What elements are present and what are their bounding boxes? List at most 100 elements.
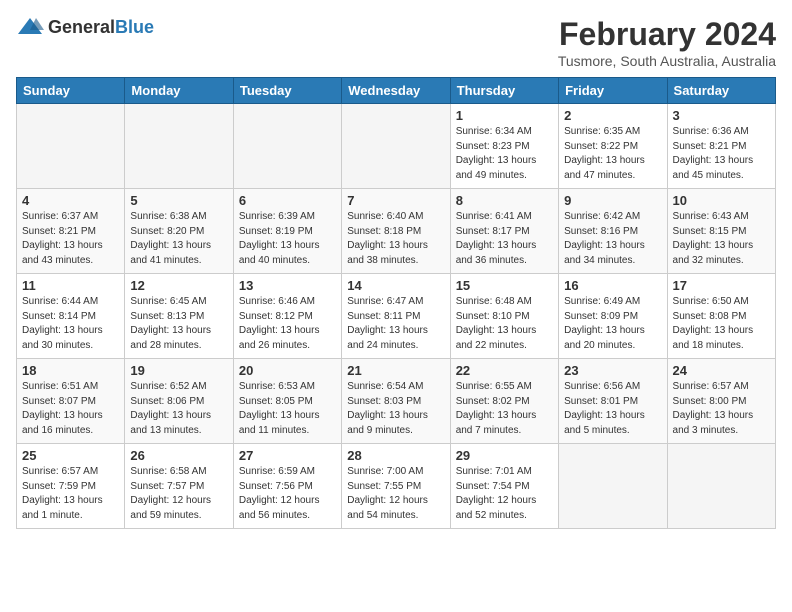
calendar-cell: 19Sunrise: 6:52 AM Sunset: 8:06 PM Dayli…: [125, 359, 233, 444]
day-info: Sunrise: 6:39 AM Sunset: 8:19 PM Dayligh…: [239, 210, 336, 268]
day-info: Sunrise: 6:42 AM Sunset: 8:16 PM Dayligh…: [564, 210, 661, 268]
calendar-cell: 29 Sunrise: 7:01 AM Sunset: 7:54 PM Dayli…: [450, 444, 558, 529]
calendar-cell: 10Sunrise: 6:43 AM Sunset: 8:15 PM Dayli…: [667, 189, 775, 274]
day-info: Sunrise: 6:56 AM Sunset: 8:01 PM Dayligh…: [564, 380, 661, 438]
calendar-cell: 21 Sunrise: 6:54 AM Sunset: 8:03 PM Dayli…: [342, 359, 450, 444]
calendar-week-1: 1 Sunrise: 6:34 AM Sunset: 8:23 PM Daylig…: [17, 104, 776, 189]
day-info: Sunrise: 6:59 AM Sunset: 7:56 PM Dayligh…: [239, 465, 336, 523]
calendar-cell: 3 Sunrise: 6:36 AM Sunset: 8:21 PM Daylig…: [667, 104, 775, 189]
day-info: Sunrise: 6:54 AM Sunset: 8:03 PM Dayligh…: [347, 380, 444, 438]
day-number: 9: [564, 193, 661, 208]
calendar-table: SundayMondayTuesdayWednesdayThursdayFrid…: [16, 77, 776, 529]
day-info: Sunrise: 6:40 AM Sunset: 8:18 PM Dayligh…: [347, 210, 444, 268]
calendar-cell: [559, 444, 667, 529]
day-info: Sunrise: 6:57 AM Sunset: 8:00 PM Dayligh…: [673, 380, 770, 438]
day-info: Sunrise: 6:35 AM Sunset: 8:22 PM Dayligh…: [564, 125, 661, 183]
day-info: Sunrise: 6:52 AM Sunset: 8:06 PM Dayligh…: [130, 380, 227, 438]
calendar-week-2: 4 Sunrise: 6:37 AM Sunset: 8:21 PM Daylig…: [17, 189, 776, 274]
day-info: Sunrise: 6:57 AM Sunset: 7:59 PM Dayligh…: [22, 465, 119, 523]
day-number: 1: [456, 108, 553, 123]
weekday-header-saturday: Saturday: [667, 78, 775, 104]
day-info: Sunrise: 6:45 AM Sunset: 8:13 PM Dayligh…: [130, 295, 227, 353]
calendar-body: 1 Sunrise: 6:34 AM Sunset: 8:23 PM Daylig…: [17, 104, 776, 529]
day-number: 18: [22, 363, 119, 378]
day-number: 12: [130, 278, 227, 293]
day-info: Sunrise: 6:37 AM Sunset: 8:21 PM Dayligh…: [22, 210, 119, 268]
day-info: Sunrise: 6:47 AM Sunset: 8:11 PM Dayligh…: [347, 295, 444, 353]
weekday-header-sunday: Sunday: [17, 78, 125, 104]
day-info: Sunrise: 6:58 AM Sunset: 7:57 PM Dayligh…: [130, 465, 227, 523]
day-number: 17: [673, 278, 770, 293]
calendar-week-3: 11 Sunrise: 6:44 AM Sunset: 8:14 PM Dayli…: [17, 274, 776, 359]
weekday-header-wednesday: Wednesday: [342, 78, 450, 104]
logo-general: General: [48, 17, 115, 37]
day-number: 14: [347, 278, 444, 293]
day-info: Sunrise: 6:36 AM Sunset: 8:21 PM Dayligh…: [673, 125, 770, 183]
calendar-cell: 11 Sunrise: 6:44 AM Sunset: 8:14 PM Dayli…: [17, 274, 125, 359]
calendar-cell: 7Sunrise: 6:40 AM Sunset: 8:18 PM Daylig…: [342, 189, 450, 274]
calendar-cell: 12 Sunrise: 6:45 AM Sunset: 8:13 PM Dayli…: [125, 274, 233, 359]
day-info: Sunrise: 6:43 AM Sunset: 8:15 PM Dayligh…: [673, 210, 770, 268]
calendar-cell: 24 Sunrise: 6:57 AM Sunset: 8:00 PM Dayli…: [667, 359, 775, 444]
day-number: 11: [22, 278, 119, 293]
day-number: 21: [347, 363, 444, 378]
day-number: 28: [347, 448, 444, 463]
calendar-cell: 28 Sunrise: 7:00 AM Sunset: 7:55 PM Dayli…: [342, 444, 450, 529]
calendar-cell: 4 Sunrise: 6:37 AM Sunset: 8:21 PM Daylig…: [17, 189, 125, 274]
day-number: 26: [130, 448, 227, 463]
day-number: 2: [564, 108, 661, 123]
calendar-cell: [342, 104, 450, 189]
calendar-cell: 26 Sunrise: 6:58 AM Sunset: 7:57 PM Dayli…: [125, 444, 233, 529]
day-number: 4: [22, 193, 119, 208]
day-number: 25: [22, 448, 119, 463]
day-info: Sunrise: 6:50 AM Sunset: 8:08 PM Dayligh…: [673, 295, 770, 353]
calendar-cell: 27Sunrise: 6:59 AM Sunset: 7:56 PM Dayli…: [233, 444, 341, 529]
calendar-cell: 17 Sunrise: 6:50 AM Sunset: 8:08 PM Dayli…: [667, 274, 775, 359]
calendar-cell: 18 Sunrise: 6:51 AM Sunset: 8:07 PM Dayli…: [17, 359, 125, 444]
calendar-cell: 22Sunrise: 6:55 AM Sunset: 8:02 PM Dayli…: [450, 359, 558, 444]
day-number: 5: [130, 193, 227, 208]
day-info: Sunrise: 6:49 AM Sunset: 8:09 PM Dayligh…: [564, 295, 661, 353]
calendar-cell: 23 Sunrise: 6:56 AM Sunset: 8:01 PM Dayli…: [559, 359, 667, 444]
day-info: Sunrise: 6:44 AM Sunset: 8:14 PM Dayligh…: [22, 295, 119, 353]
calendar-cell: 16Sunrise: 6:49 AM Sunset: 8:09 PM Dayli…: [559, 274, 667, 359]
weekday-header-tuesday: Tuesday: [233, 78, 341, 104]
logo-blue: Blue: [115, 17, 154, 37]
calendar-header: SundayMondayTuesdayWednesdayThursdayFrid…: [17, 78, 776, 104]
calendar-cell: 9 Sunrise: 6:42 AM Sunset: 8:16 PM Daylig…: [559, 189, 667, 274]
day-number: 24: [673, 363, 770, 378]
calendar-cell: 1 Sunrise: 6:34 AM Sunset: 8:23 PM Daylig…: [450, 104, 558, 189]
calendar-cell: 14 Sunrise: 6:47 AM Sunset: 8:11 PM Dayli…: [342, 274, 450, 359]
title-area: February 2024 Tusmore, South Australia, …: [558, 16, 776, 69]
day-info: Sunrise: 6:38 AM Sunset: 8:20 PM Dayligh…: [130, 210, 227, 268]
page-subtitle: Tusmore, South Australia, Australia: [558, 53, 776, 69]
day-number: 22: [456, 363, 553, 378]
calendar-cell: 6Sunrise: 6:39 AM Sunset: 8:19 PM Daylig…: [233, 189, 341, 274]
day-info: Sunrise: 6:51 AM Sunset: 8:07 PM Dayligh…: [22, 380, 119, 438]
day-info: Sunrise: 7:00 AM Sunset: 7:55 PM Dayligh…: [347, 465, 444, 523]
calendar-cell: 2 Sunrise: 6:35 AM Sunset: 8:22 PM Daylig…: [559, 104, 667, 189]
calendar-week-4: 18 Sunrise: 6:51 AM Sunset: 8:07 PM Dayli…: [17, 359, 776, 444]
day-number: 15: [456, 278, 553, 293]
weekday-header-thursday: Thursday: [450, 78, 558, 104]
calendar-cell: 20Sunrise: 6:53 AM Sunset: 8:05 PM Dayli…: [233, 359, 341, 444]
page-title: February 2024: [558, 16, 776, 53]
day-number: 3: [673, 108, 770, 123]
day-number: 20: [239, 363, 336, 378]
day-info: Sunrise: 6:41 AM Sunset: 8:17 PM Dayligh…: [456, 210, 553, 268]
calendar-cell: [17, 104, 125, 189]
calendar-cell: [233, 104, 341, 189]
weekday-header-monday: Monday: [125, 78, 233, 104]
day-info: Sunrise: 7:01 AM Sunset: 7:54 PM Dayligh…: [456, 465, 553, 523]
calendar-cell: 5 Sunrise: 6:38 AM Sunset: 8:20 PM Daylig…: [125, 189, 233, 274]
calendar-cell: 13Sunrise: 6:46 AM Sunset: 8:12 PM Dayli…: [233, 274, 341, 359]
calendar-cell: 25 Sunrise: 6:57 AM Sunset: 7:59 PM Dayli…: [17, 444, 125, 529]
calendar-cell: 8Sunrise: 6:41 AM Sunset: 8:17 PM Daylig…: [450, 189, 558, 274]
day-number: 29: [456, 448, 553, 463]
weekday-header-row: SundayMondayTuesdayWednesdayThursdayFrid…: [17, 78, 776, 104]
day-info: Sunrise: 6:34 AM Sunset: 8:23 PM Dayligh…: [456, 125, 553, 183]
day-number: 23: [564, 363, 661, 378]
day-info: Sunrise: 6:48 AM Sunset: 8:10 PM Dayligh…: [456, 295, 553, 353]
page-header: GeneralBlue February 2024 Tusmore, South…: [16, 16, 776, 69]
calendar-cell: 15 Sunrise: 6:48 AM Sunset: 8:10 PM Dayli…: [450, 274, 558, 359]
